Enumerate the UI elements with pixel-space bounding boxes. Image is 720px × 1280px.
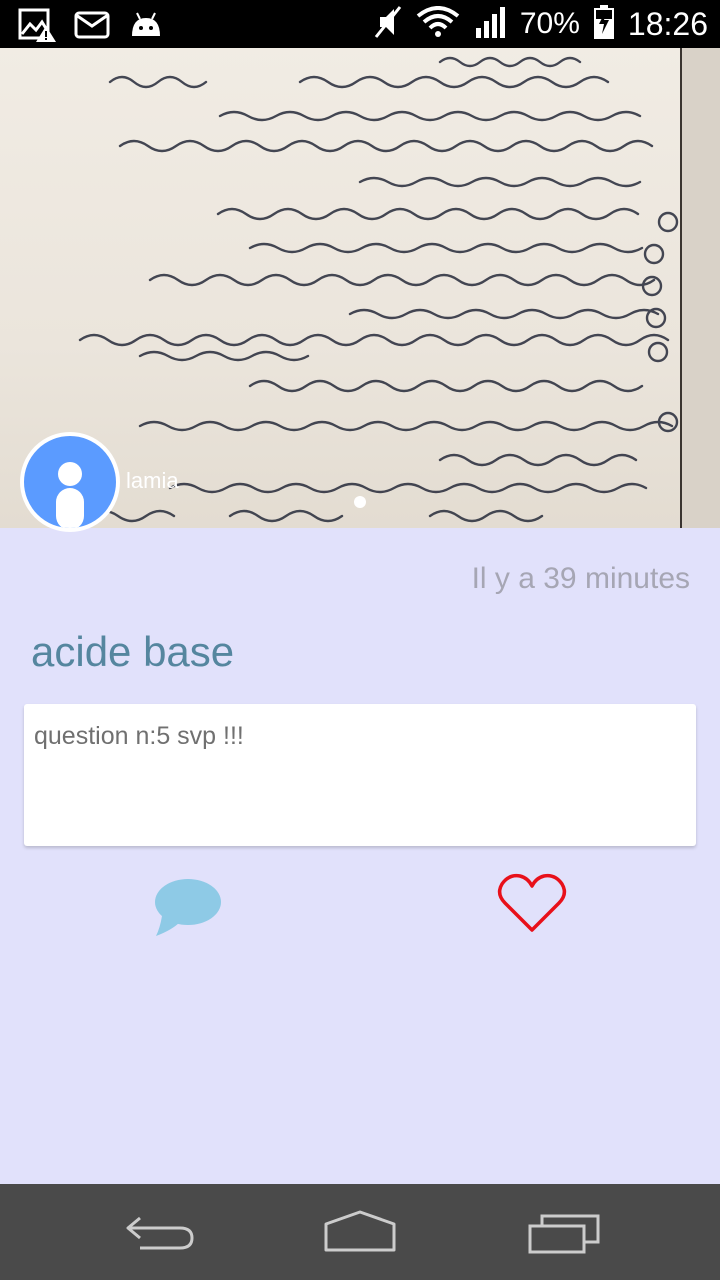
- image-warning-icon: [18, 8, 56, 47]
- mute-icon: [372, 5, 402, 44]
- clock: 18:26: [627, 5, 708, 42]
- battery-percent: 70%: [519, 7, 580, 40]
- battery-charging-icon: [593, 4, 614, 44]
- home-button[interactable]: [320, 1208, 400, 1256]
- like-button[interactable]: [496, 872, 568, 936]
- wifi-icon: [416, 5, 460, 43]
- avatar[interactable]: [20, 432, 120, 532]
- user-icon: [56, 462, 84, 528]
- signal-icon: [474, 6, 506, 43]
- home-icon: [324, 1210, 396, 1252]
- post-title: acide base: [31, 628, 235, 675]
- image-page-indicator: [354, 496, 366, 508]
- heart-icon: [497, 873, 567, 932]
- post-timestamp: Il y a 39 minutes: [471, 562, 690, 595]
- navigation-bar: [0, 1184, 720, 1280]
- email-icon: [74, 11, 110, 44]
- comment-button[interactable]: [152, 876, 224, 940]
- back-icon: [126, 1216, 194, 1250]
- post-body: question n:5 svp !!!: [34, 722, 244, 750]
- speech-bubble-icon: [155, 879, 221, 936]
- recents-button[interactable]: [526, 1208, 606, 1256]
- status-bar: 70% 18:26: [0, 0, 720, 48]
- post-body-card: question n:5 svp !!!: [24, 704, 696, 846]
- android-icon: [128, 10, 164, 45]
- back-button[interactable]: [120, 1208, 200, 1256]
- recents-icon: [528, 1214, 600, 1254]
- author-name[interactable]: lamia: [126, 468, 179, 494]
